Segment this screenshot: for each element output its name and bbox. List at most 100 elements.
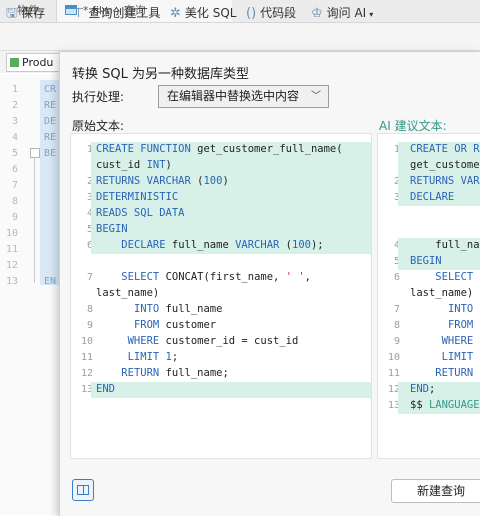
code-token: SELECT xyxy=(121,271,165,283)
code-fragment: EN xyxy=(44,276,56,287)
product-tab[interactable]: Produ xyxy=(6,53,60,72)
code-fragment: BE xyxy=(44,148,56,159)
code-text: full_name xyxy=(172,239,235,251)
toolbar xyxy=(0,23,480,51)
query-builder-label: 查询创建工具 xyxy=(88,6,160,20)
code-text: ); xyxy=(311,239,324,251)
code-token: DECLARE xyxy=(410,191,454,203)
dialog-title: 转换 SQL 为另一种数据库类型 xyxy=(72,63,249,82)
ask-ai-label: 询问 AI xyxy=(327,6,367,20)
code-line: RETURNS VARC xyxy=(410,175,480,187)
line-number: 9 xyxy=(4,212,18,223)
code-line: last_name) xyxy=(96,287,159,299)
line-number: 8 xyxy=(386,320,400,331)
code-text xyxy=(96,271,121,283)
source-text-label: 原始文本: xyxy=(72,117,124,134)
code-token: RETURN xyxy=(435,367,479,379)
ai-code-pane[interactable]: 12345678910111213CREATE OR REget_custome… xyxy=(377,133,480,459)
line-number: 8 xyxy=(4,196,18,207)
code-line: cust_id INT) xyxy=(96,159,172,171)
code-line: DECLARE xyxy=(410,191,454,203)
code-line: LIMIT 1 xyxy=(410,351,480,363)
code-text xyxy=(410,303,448,315)
code-line: WHERE customer_id = cust_id xyxy=(96,335,298,347)
code-text: ) xyxy=(222,175,228,187)
line-number: 7 xyxy=(79,272,93,283)
line-number: 2 xyxy=(4,100,18,111)
query-builder-button[interactable]: ⊤查询创建工具 xyxy=(73,0,160,27)
code-token: END xyxy=(410,383,429,395)
line-number: 9 xyxy=(386,336,400,347)
code-text xyxy=(410,319,448,331)
ai-text-label: AI 建议文本: xyxy=(379,117,447,134)
line-number: 1 xyxy=(4,84,18,95)
code-token: DECLARE xyxy=(121,239,172,251)
code-text: full_nam xyxy=(410,239,480,251)
code-line: DETERMINISTIC xyxy=(96,191,178,203)
magic-wand-icon: ✲ xyxy=(170,0,181,27)
line-gutter: 12345678910111213 xyxy=(71,134,93,458)
code-text xyxy=(96,335,128,347)
ask-ai-button[interactable]: ♔询问 AI▾ xyxy=(311,0,373,27)
code-token: RETURNS VARCHAR xyxy=(96,175,197,187)
save-button[interactable]: 🖫 保存 xyxy=(6,0,45,27)
line-gutter: 12345678910111213 xyxy=(378,134,400,458)
line-number: 10 xyxy=(4,228,18,239)
code-line: READS SQL DATA xyxy=(96,207,185,219)
code-token: OR RE xyxy=(454,143,480,155)
code-token: BEGIN xyxy=(410,255,442,267)
action-select[interactable]: 在编辑器中替换选中内容 ﹀ xyxy=(158,85,329,108)
code-token: CREATE xyxy=(410,143,454,155)
code-text: full_name; xyxy=(166,367,229,379)
line-number: 11 xyxy=(4,244,18,255)
code-line: RETURNS VARCHAR (100) xyxy=(96,175,229,187)
code-text: full_name xyxy=(166,303,223,315)
code-token: RETURN xyxy=(121,367,165,379)
code-text xyxy=(96,303,134,315)
code-text: ) xyxy=(166,159,172,171)
code-line: $$ LANGUAGE xyxy=(410,399,480,411)
code-line: full_nam xyxy=(410,239,480,251)
code-line: DECLARE full_name VARCHAR (100); xyxy=(96,239,324,251)
code-fragment: RE xyxy=(44,132,56,143)
code-text: customer xyxy=(166,319,217,331)
code-line: SELECT C xyxy=(410,271,480,283)
split-view-button[interactable] xyxy=(72,479,94,501)
line-number: 9 xyxy=(79,320,93,331)
save-icon: 🖫 xyxy=(6,0,17,27)
source-code-pane[interactable]: 12345678910111213CREATE FUNCTION get_cus… xyxy=(70,133,372,459)
code-text xyxy=(96,367,121,379)
code-fragment: CR xyxy=(44,84,56,95)
line-number: 11 xyxy=(386,368,400,379)
fold-toggle-icon[interactable] xyxy=(30,148,40,158)
code-text: get_customer_full_name( xyxy=(197,143,342,155)
code-text: get_customer xyxy=(410,159,480,171)
save-label: 保存 xyxy=(21,6,45,20)
code-text xyxy=(410,271,435,283)
code-line: CREATE FUNCTION get_customer_full_name( xyxy=(96,143,343,155)
code-line: get_customer xyxy=(410,159,480,171)
code-token: CREATE FUNCTION xyxy=(96,143,197,155)
line-number: 10 xyxy=(386,352,400,363)
beautify-sql-label: 美化 SQL xyxy=(185,6,237,20)
code-text xyxy=(410,351,442,363)
code-token: INTO xyxy=(448,303,480,315)
code-line: WHERE c xyxy=(410,335,480,347)
code-snippet-label: 代码段 xyxy=(260,6,296,20)
code-text: ; xyxy=(429,383,435,395)
beautify-sql-button[interactable]: ✲ 美化 SQL xyxy=(170,0,236,27)
code-snippet-button[interactable]: ()代码段 xyxy=(246,0,296,27)
table-icon xyxy=(10,58,19,67)
code-text xyxy=(96,319,134,331)
code-token: WHERE xyxy=(128,335,166,347)
code-token: 100 xyxy=(203,175,222,187)
line-number: 7 xyxy=(386,304,400,315)
new-query-button[interactable]: 新建查询 xyxy=(391,479,480,503)
dropdown-arrow-icon: ▾ xyxy=(369,10,373,19)
code-token: DETERMINISTIC xyxy=(96,191,178,203)
code-line: RETURN full_name; xyxy=(96,367,229,379)
code-token: INTO xyxy=(134,303,166,315)
line-number: 12 xyxy=(79,368,93,379)
fold-guide xyxy=(34,158,35,283)
code-text: last_name) xyxy=(410,287,473,299)
